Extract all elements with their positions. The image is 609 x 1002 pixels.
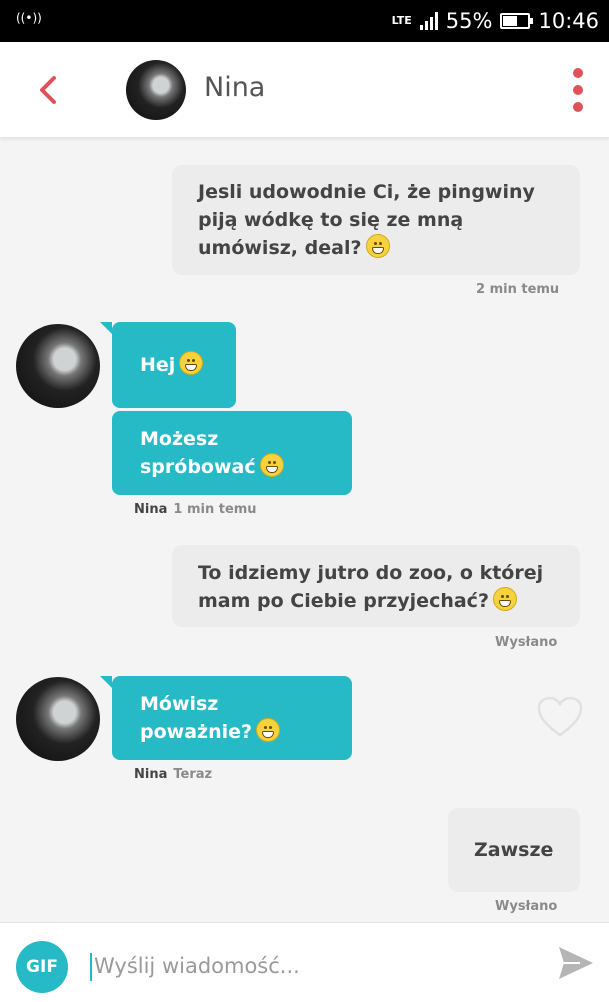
clock: 10:46 — [538, 9, 599, 33]
sender-avatar[interactable] — [16, 324, 100, 408]
message-line: Możesz — [140, 428, 219, 450]
composer-bar: GIF — [0, 922, 609, 1002]
signal-icon — [419, 12, 438, 30]
received-message[interactable]: Hej — [100, 322, 236, 408]
battery-fill — [503, 16, 517, 26]
message-input[interactable] — [94, 949, 514, 983]
message-line: Mówisz — [140, 693, 219, 715]
message-status: Wysłano — [495, 899, 558, 914]
battery-percent: 55% — [445, 9, 493, 33]
message-meta: Nina 1 min temu — [134, 502, 257, 517]
grinning-emoji-icon — [256, 718, 281, 742]
message-line: poważnie? — [140, 721, 253, 743]
sent-message[interactable]: To idziemy jutro do zoo, o której mam po… — [172, 545, 580, 627]
contact-avatar[interactable] — [126, 60, 186, 120]
message-status: Wysłano — [495, 635, 558, 650]
message-timestamp: 2 min temu — [476, 282, 560, 297]
sender-name: Nina — [134, 767, 168, 782]
message-line: mam po Ciebie przyjechać? — [198, 590, 489, 612]
message-line: umówisz, deal? — [198, 237, 362, 259]
grinning-emoji-icon — [179, 351, 204, 375]
chat-header: Nina — [0, 42, 609, 138]
wifi-hotspot-icon: ((•)) — [16, 11, 42, 25]
message-line: piją wódkę to się ze mną — [198, 209, 464, 231]
sender-avatar[interactable] — [16, 677, 100, 761]
received-message[interactable]: Możesz spróbować — [112, 411, 352, 495]
message-line: To idziemy jutro do zoo, o której — [198, 562, 544, 584]
received-message[interactable]: Mówisz poważnie? — [100, 676, 352, 760]
network-type: LTE — [391, 14, 412, 27]
grimacing-emoji-icon — [492, 587, 517, 611]
battery-icon — [500, 13, 534, 29]
message-line: Zawsze — [474, 839, 554, 861]
status-bar: ((•)) LTE 55% 10:46 — [0, 0, 609, 42]
message-timestamp: 1 min temu — [173, 502, 257, 517]
back-arrow-icon[interactable] — [32, 70, 64, 110]
sent-message[interactable]: Zawsze — [448, 808, 580, 892]
message-timestamp: Teraz — [173, 767, 213, 782]
send-icon[interactable] — [556, 944, 596, 982]
message-line: Jesli udowodnie Ci, że pingwiny — [198, 181, 535, 203]
text-cursor — [90, 953, 92, 981]
message-line: spróbować — [140, 456, 256, 478]
gif-button[interactable]: GIF — [16, 941, 68, 993]
contact-name[interactable]: Nina — [204, 72, 265, 103]
grimacing-emoji-icon — [365, 234, 390, 258]
message-line: Hej — [140, 354, 176, 376]
more-options-icon[interactable] — [571, 68, 585, 112]
sent-message[interactable]: Jesli udowodnie Ci, że pingwiny piją wód… — [172, 165, 580, 275]
message-meta: Nina Teraz — [134, 767, 212, 782]
grinning-emoji-icon — [259, 453, 284, 477]
like-heart-icon[interactable] — [536, 695, 584, 739]
sender-name: Nina — [134, 502, 168, 517]
